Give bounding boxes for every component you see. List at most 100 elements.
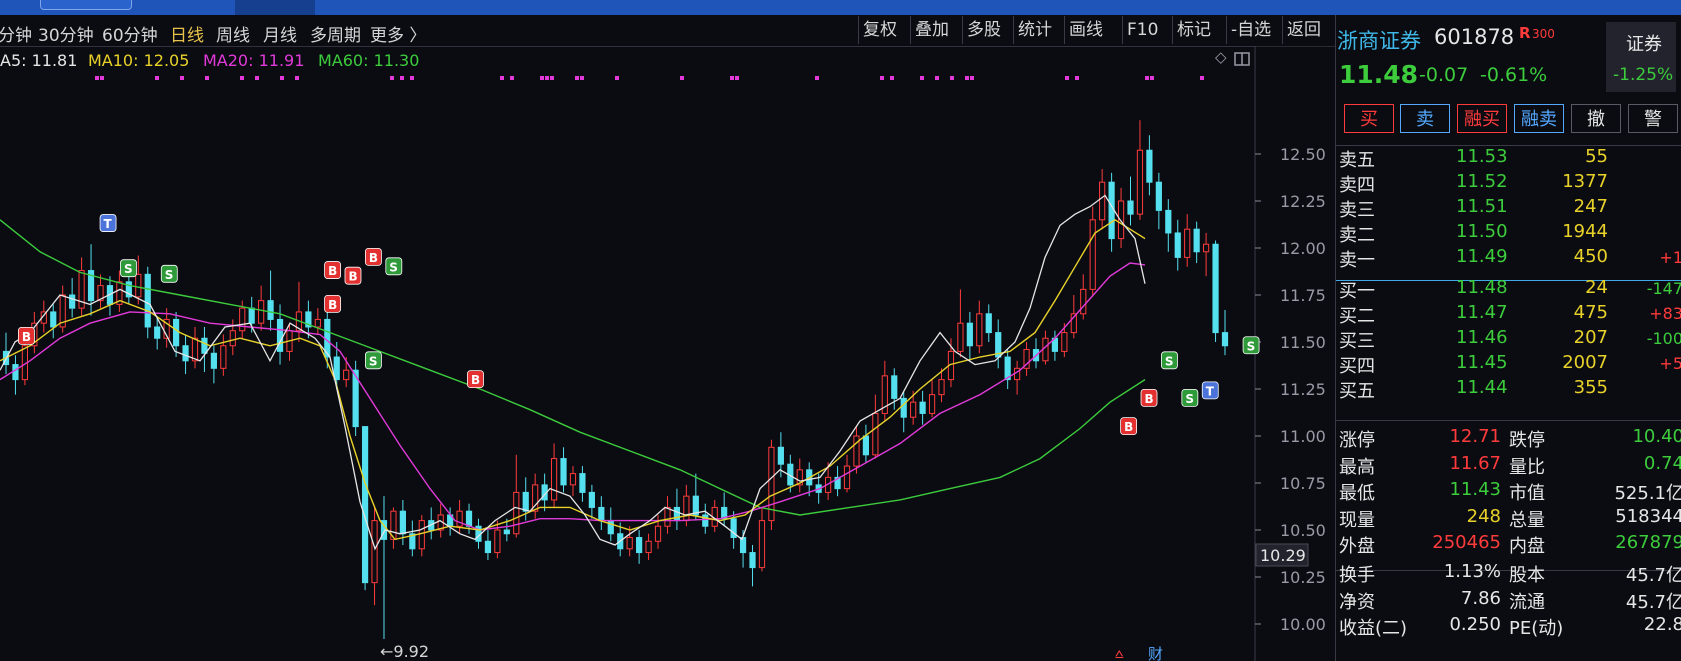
trade-button-1[interactable]: 卖	[1400, 104, 1450, 133]
stats2-value2-0: 45.7亿	[1625, 565, 1681, 586]
trade-button-2[interactable]: 融买	[1457, 104, 1507, 133]
candle-body-66	[626, 537, 633, 550]
signal-b-13[interactable]: B	[1120, 417, 1138, 436]
toolbar-button-0[interactable]: 复权	[858, 16, 910, 44]
signal-s-2[interactable]: S	[120, 259, 137, 278]
trade-button-3[interactable]: 融卖	[1514, 104, 1564, 133]
toolbar-button-5[interactable]: F10	[1122, 16, 1172, 44]
period-tab-2[interactable]: 60分钟	[102, 21, 158, 46]
candle-body-53	[503, 529, 510, 535]
signal-b-6[interactable]: B	[324, 294, 341, 313]
signal-badge-letter: S	[389, 260, 398, 274]
trade-button-5[interactable]: 警	[1628, 104, 1678, 133]
signal-dot-29	[965, 76, 969, 80]
candle-body-117	[1108, 181, 1115, 240]
candle-body-118	[1117, 200, 1125, 240]
candle-body-54	[513, 491, 520, 535]
diamond-icon[interactable]: ◇	[1215, 48, 1227, 66]
candle-body-125	[1184, 228, 1191, 258]
event-mark-0[interactable]: ⩟	[1115, 646, 1124, 661]
signal-t-0[interactable]: T	[99, 214, 117, 232]
signal-badge-letter: B	[1145, 392, 1154, 406]
period-tab-3[interactable]: 日线	[170, 21, 204, 46]
toolbar-button-3[interactable]: 统计	[1013, 16, 1064, 44]
stats1-label2-1: 量比	[1509, 456, 1545, 478]
candle-body-60	[569, 473, 577, 486]
period-tab-4[interactable]: 周线	[216, 21, 250, 46]
signal-dot-12	[500, 76, 504, 80]
period-tab-5[interactable]: 月线	[263, 21, 297, 46]
candle-body-39	[371, 520, 378, 584]
asks-volume-4: 450	[1573, 246, 1608, 267]
toolbar-button-1[interactable]: 叠加	[910, 16, 962, 44]
bids-delta-1: +83	[1649, 304, 1681, 323]
signal-s-9[interactable]: S	[365, 351, 382, 370]
signal-s-11[interactable]: S	[1161, 351, 1178, 370]
trade-button-0[interactable]: 买	[1344, 104, 1394, 133]
signal-b-5[interactable]: B	[344, 266, 362, 285]
r-badge: R	[1519, 24, 1531, 42]
signal-b-1[interactable]: B	[18, 326, 35, 345]
signal-b-4[interactable]: B	[324, 261, 341, 279]
top-menu-bar	[0, 0, 1681, 15]
candle-body-59	[560, 458, 567, 486]
signal-t-15[interactable]: T	[1201, 381, 1219, 400]
r-number: 300	[1532, 27, 1555, 41]
stats1-label2-4: 内盘	[1509, 536, 1545, 557]
top-active-tab[interactable]	[235, 0, 315, 15]
y-tick-label-4: 11.50	[1280, 333, 1326, 352]
bids-price-1: 11.47	[1456, 302, 1508, 323]
bids-volume-1: 475	[1573, 302, 1608, 323]
bids-label-0: 买一	[1339, 281, 1375, 302]
candlestick-chart[interactable]: ◇ 12.50 12.25 12.00 11.75 11.50 11.25 11.00 10.7…	[0, 46, 1335, 661]
y-tick-label-1: 12.25	[1280, 192, 1326, 211]
signal-dot-32	[1075, 76, 1079, 80]
toolbar-button-2[interactable]: 多股	[962, 16, 1013, 44]
signal-badge-letter: S	[1247, 339, 1256, 353]
toolbar-button-7[interactable]: -自选	[1226, 16, 1282, 44]
y-tick-label-0: 12.50	[1280, 145, 1326, 164]
stats2-value1-0: 1.13%	[1443, 561, 1501, 582]
signal-b-10[interactable]: B	[467, 370, 484, 389]
signal-b-7[interactable]: B	[365, 247, 382, 266]
trade-button-4[interactable]: 撤	[1571, 104, 1621, 133]
stats1-value1-4: 250465	[1432, 532, 1501, 553]
top-search-box[interactable]	[40, 0, 132, 10]
signal-badge-letter: S	[124, 262, 133, 276]
toolbar-button-8[interactable]: 返回	[1282, 16, 1335, 44]
candle-body-1	[12, 364, 19, 381]
signal-dot-5	[240, 76, 244, 80]
signal-dot-11	[410, 76, 414, 80]
panel-divider-0	[1336, 145, 1681, 146]
signal-dot-1	[100, 76, 104, 80]
candle-body-95	[900, 397, 907, 418]
signal-dot-15	[545, 76, 549, 80]
signal-s-8[interactable]: S	[385, 257, 403, 276]
signal-dot-17	[575, 76, 579, 80]
period-tab-1[interactable]: 30分钟	[38, 21, 94, 46]
stats2-label2-2: PE(动)	[1509, 618, 1564, 639]
candle-body-119	[1127, 200, 1134, 215]
signal-s-14[interactable]: S	[1181, 388, 1199, 407]
period-tab-7[interactable]: 更多 〉	[370, 21, 426, 46]
signal-s-16[interactable]: S	[1242, 336, 1260, 355]
signal-dot-28	[950, 76, 954, 80]
period-tab-6[interactable]: 多周期	[310, 21, 361, 46]
event-mark-1[interactable]: 财	[1148, 645, 1163, 661]
signal-b-12[interactable]: B	[1140, 388, 1158, 407]
bids-label-4: 买五	[1339, 381, 1375, 402]
candle-body-124	[1174, 232, 1181, 258]
period-tab-0[interactable]: 分钟	[0, 21, 32, 46]
bids-label-1: 买二	[1339, 306, 1375, 327]
panel-divider-1	[1336, 280, 1681, 281]
candle-body-28	[267, 300, 274, 320]
toolbar-button-4[interactable]: 画线	[1064, 16, 1122, 44]
candle-body-35	[333, 356, 340, 381]
candle-body-20	[191, 337, 199, 362]
signal-s-3[interactable]: S	[160, 264, 178, 283]
signal-badge-letter: S	[369, 354, 378, 368]
toolbar-button-6[interactable]: 标记	[1172, 16, 1226, 44]
asks-price-1: 11.52	[1456, 171, 1508, 192]
signal-dot-14	[540, 76, 544, 80]
asks-label-4: 卖一	[1339, 250, 1375, 271]
